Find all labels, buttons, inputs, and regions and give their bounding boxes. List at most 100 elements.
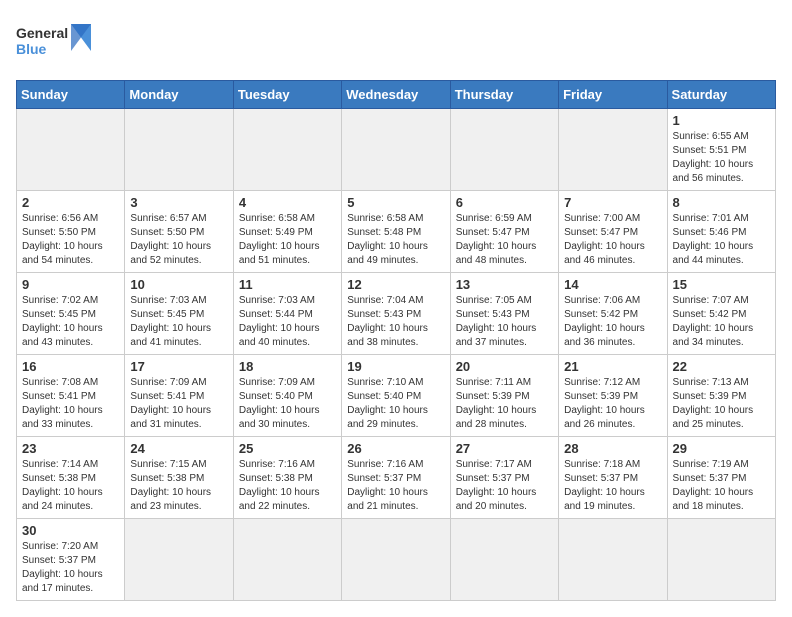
day-cell: 2 Sunrise: 6:56 AM Sunset: 5:50 PM Daylig… <box>17 191 125 273</box>
day-cell: 14 Sunrise: 7:06 AM Sunset: 5:42 PM Dayli… <box>559 273 667 355</box>
day-cell <box>233 109 341 191</box>
day-number: 23 <box>22 441 119 456</box>
day-cell <box>559 109 667 191</box>
day-number: 13 <box>456 277 553 292</box>
day-number: 4 <box>239 195 336 210</box>
weekday-header-row: SundayMondayTuesdayWednesdayThursdayFrid… <box>17 81 776 109</box>
day-cell: 10 Sunrise: 7:03 AM Sunset: 5:45 PM Dayli… <box>125 273 233 355</box>
day-number: 10 <box>130 277 227 292</box>
day-number: 17 <box>130 359 227 374</box>
header: General Blue <box>16 16 776 68</box>
day-cell: 6 Sunrise: 6:59 AM Sunset: 5:47 PM Daylig… <box>450 191 558 273</box>
day-info: Sunrise: 7:18 AM Sunset: 5:37 PM Dayligh… <box>564 458 661 514</box>
day-cell: 26 Sunrise: 7:16 AM Sunset: 5:37 PM Dayli… <box>342 437 450 519</box>
day-cell: 12 Sunrise: 7:04 AM Sunset: 5:43 PM Dayli… <box>342 273 450 355</box>
day-number: 25 <box>239 441 336 456</box>
day-cell <box>559 519 667 601</box>
day-info: Sunrise: 7:16 AM Sunset: 5:37 PM Dayligh… <box>347 458 444 514</box>
day-number: 11 <box>239 277 336 292</box>
week-row-3: 16 Sunrise: 7:08 AM Sunset: 5:41 PM Dayli… <box>17 355 776 437</box>
day-info: Sunrise: 7:03 AM Sunset: 5:45 PM Dayligh… <box>130 294 227 350</box>
day-cell: 17 Sunrise: 7:09 AM Sunset: 5:41 PM Dayli… <box>125 355 233 437</box>
day-cell: 28 Sunrise: 7:18 AM Sunset: 5:37 PM Dayli… <box>559 437 667 519</box>
day-info: Sunrise: 7:11 AM Sunset: 5:39 PM Dayligh… <box>456 376 553 432</box>
day-number: 14 <box>564 277 661 292</box>
day-cell: 24 Sunrise: 7:15 AM Sunset: 5:38 PM Dayli… <box>125 437 233 519</box>
day-info: Sunrise: 6:56 AM Sunset: 5:50 PM Dayligh… <box>22 212 119 268</box>
day-cell: 27Sunrise: 7:17 AM Sunset: 5:37 PM Dayli… <box>450 437 558 519</box>
day-cell <box>450 519 558 601</box>
week-row-0: 1 Sunrise: 6:55 AM Sunset: 5:51 PM Daylig… <box>17 109 776 191</box>
day-number: 29 <box>673 441 770 456</box>
day-number: 5 <box>347 195 444 210</box>
day-number: 6 <box>456 195 553 210</box>
day-info: Sunrise: 6:57 AM Sunset: 5:50 PM Dayligh… <box>130 212 227 268</box>
day-cell: 20 Sunrise: 7:11 AM Sunset: 5:39 PM Dayli… <box>450 355 558 437</box>
day-cell: 11 Sunrise: 7:03 AM Sunset: 5:44 PM Dayli… <box>233 273 341 355</box>
weekday-header-wednesday: Wednesday <box>342 81 450 109</box>
day-info: Sunrise: 7:09 AM Sunset: 5:40 PM Dayligh… <box>239 376 336 432</box>
day-cell: 22Sunrise: 7:13 AM Sunset: 5:39 PM Dayli… <box>667 355 775 437</box>
day-info: Sunrise: 7:19 AM Sunset: 5:37 PM Dayligh… <box>673 458 770 514</box>
day-info: Sunrise: 6:55 AM Sunset: 5:51 PM Dayligh… <box>673 130 770 186</box>
day-cell: 9 Sunrise: 7:02 AM Sunset: 5:45 PM Daylig… <box>17 273 125 355</box>
day-info: Sunrise: 7:01 AM Sunset: 5:46 PM Dayligh… <box>673 212 770 268</box>
day-cell: 21 Sunrise: 7:12 AM Sunset: 5:39 PM Dayli… <box>559 355 667 437</box>
day-info: Sunrise: 7:17 AM Sunset: 5:37 PM Dayligh… <box>456 458 553 514</box>
weekday-header-friday: Friday <box>559 81 667 109</box>
day-cell: 23 Sunrise: 7:14 AM Sunset: 5:38 PM Dayli… <box>17 437 125 519</box>
day-info: Sunrise: 7:14 AM Sunset: 5:38 PM Dayligh… <box>22 458 119 514</box>
svg-text:Blue: Blue <box>16 41 47 57</box>
day-info: Sunrise: 7:09 AM Sunset: 5:41 PM Dayligh… <box>130 376 227 432</box>
day-info: Sunrise: 7:03 AM Sunset: 5:44 PM Dayligh… <box>239 294 336 350</box>
day-info: Sunrise: 6:58 AM Sunset: 5:49 PM Dayligh… <box>239 212 336 268</box>
calendar-table: SundayMondayTuesdayWednesdayThursdayFrid… <box>16 80 776 601</box>
day-number: 20 <box>456 359 553 374</box>
day-number: 9 <box>22 277 119 292</box>
day-cell: 19 Sunrise: 7:10 AM Sunset: 5:40 PM Dayli… <box>342 355 450 437</box>
svg-text:General: General <box>16 25 68 41</box>
day-cell: 15 Sunrise: 7:07 AM Sunset: 5:42 PM Dayli… <box>667 273 775 355</box>
day-cell: 16 Sunrise: 7:08 AM Sunset: 5:41 PM Dayli… <box>17 355 125 437</box>
day-number: 15 <box>673 277 770 292</box>
day-cell: 1 Sunrise: 6:55 AM Sunset: 5:51 PM Daylig… <box>667 109 775 191</box>
day-info: Sunrise: 7:12 AM Sunset: 5:39 PM Dayligh… <box>564 376 661 432</box>
day-info: Sunrise: 7:20 AM Sunset: 5:37 PM Dayligh… <box>22 540 119 596</box>
day-info: Sunrise: 7:08 AM Sunset: 5:41 PM Dayligh… <box>22 376 119 432</box>
day-cell <box>342 519 450 601</box>
day-info: Sunrise: 7:07 AM Sunset: 5:42 PM Dayligh… <box>673 294 770 350</box>
day-cell: 13Sunrise: 7:05 AM Sunset: 5:43 PM Dayli… <box>450 273 558 355</box>
day-number: 28 <box>564 441 661 456</box>
weekday-header-sunday: Sunday <box>17 81 125 109</box>
day-cell <box>342 109 450 191</box>
day-number: 1 <box>673 113 770 128</box>
day-info: Sunrise: 7:15 AM Sunset: 5:38 PM Dayligh… <box>130 458 227 514</box>
day-info: Sunrise: 7:13 AM Sunset: 5:39 PM Dayligh… <box>673 376 770 432</box>
day-number: 8 <box>673 195 770 210</box>
day-info: Sunrise: 7:06 AM Sunset: 5:42 PM Dayligh… <box>564 294 661 350</box>
day-info: Sunrise: 6:59 AM Sunset: 5:47 PM Dayligh… <box>456 212 553 268</box>
day-cell: 4 Sunrise: 6:58 AM Sunset: 5:49 PM Daylig… <box>233 191 341 273</box>
day-cell: 5Sunrise: 6:58 AM Sunset: 5:48 PM Daylig… <box>342 191 450 273</box>
day-cell <box>17 109 125 191</box>
day-number: 21 <box>564 359 661 374</box>
day-info: Sunrise: 7:04 AM Sunset: 5:43 PM Dayligh… <box>347 294 444 350</box>
day-number: 16 <box>22 359 119 374</box>
logo-icon: General Blue <box>16 16 96 66</box>
day-number: 26 <box>347 441 444 456</box>
day-number: 30 <box>22 523 119 538</box>
day-number: 24 <box>130 441 227 456</box>
day-number: 12 <box>347 277 444 292</box>
day-info: Sunrise: 7:16 AM Sunset: 5:38 PM Dayligh… <box>239 458 336 514</box>
week-row-4: 23 Sunrise: 7:14 AM Sunset: 5:38 PM Dayli… <box>17 437 776 519</box>
day-cell <box>667 519 775 601</box>
day-cell <box>233 519 341 601</box>
week-row-2: 9 Sunrise: 7:02 AM Sunset: 5:45 PM Daylig… <box>17 273 776 355</box>
week-row-5: 30 Sunrise: 7:20 AM Sunset: 5:37 PM Dayli… <box>17 519 776 601</box>
day-number: 2 <box>22 195 119 210</box>
day-number: 19 <box>347 359 444 374</box>
day-info: Sunrise: 7:02 AM Sunset: 5:45 PM Dayligh… <box>22 294 119 350</box>
day-cell: 3Sunrise: 6:57 AM Sunset: 5:50 PM Daylig… <box>125 191 233 273</box>
day-info: Sunrise: 7:10 AM Sunset: 5:40 PM Dayligh… <box>347 376 444 432</box>
day-cell <box>125 519 233 601</box>
